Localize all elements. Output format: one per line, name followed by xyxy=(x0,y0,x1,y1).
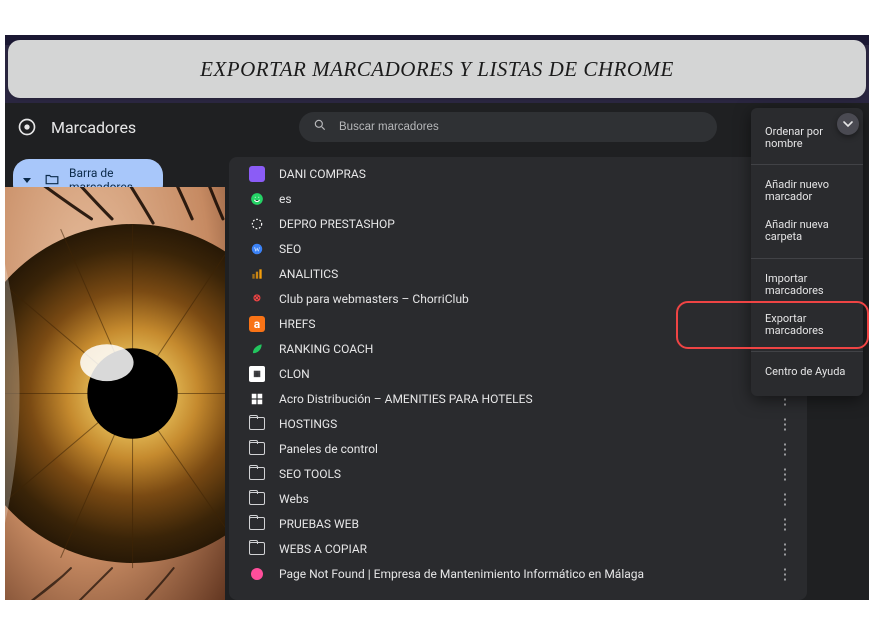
bookmark-label: SEO TOOLS xyxy=(279,467,761,481)
bookmark-link-row[interactable]: Page Not Found | Empresa de Mantenimient… xyxy=(229,561,807,586)
app-header: Marcadores xyxy=(5,103,869,151)
bookmark-link-row[interactable]: aHREFS⋮ xyxy=(229,311,807,336)
bookmarks-list: DANI COMPRAS es DEPRO PRESTASHOP W SEO ANALIT… xyxy=(229,157,807,600)
folder-icon xyxy=(249,442,265,455)
bookmark-link-row[interactable]: ▦CLON⋮ xyxy=(229,361,807,386)
bookmark-label: ANALITICS xyxy=(279,267,795,281)
bookmark-link-row[interactable]: W SEO xyxy=(229,236,807,261)
bookmark-link-row[interactable]: RANKING COACH⋮ xyxy=(229,336,807,361)
search-container[interactable] xyxy=(299,112,717,142)
dot-icon xyxy=(249,566,265,582)
bookmark-label: Page Not Found | Empresa de Mantenimient… xyxy=(279,567,761,581)
row-more-icon[interactable]: ⋮ xyxy=(775,439,795,459)
bookmark-label: Webs xyxy=(279,492,761,506)
app-icon xyxy=(249,166,265,182)
bookmark-link-row[interactable]: es xyxy=(229,186,807,211)
bookmark-label: HOSTINGS xyxy=(279,417,761,431)
bookmark-folder-row[interactable]: HOSTINGS ⋮ xyxy=(229,411,807,436)
bookmark-label: Club para webmasters – ChorriClub xyxy=(279,292,761,306)
analytics-icon xyxy=(249,266,265,282)
menu-separator xyxy=(751,258,863,259)
menu-item[interactable]: Centro de Ayuda xyxy=(751,358,863,386)
row-more-icon[interactable]: ⋮ xyxy=(775,514,795,534)
row-more-icon[interactable]: ⋮ xyxy=(775,539,795,559)
bookmark-link-row[interactable]: DANI COMPRAS xyxy=(229,161,807,186)
bookmark-folder-row[interactable]: Paneles de control ⋮ xyxy=(229,436,807,461)
ahrefs-icon: a xyxy=(249,316,265,332)
row-more-icon[interactable]: ⋮ xyxy=(775,564,795,584)
bookmark-label: RANKING COACH xyxy=(279,342,761,356)
chrome-logo-icon xyxy=(17,117,37,137)
menu-separator xyxy=(751,164,863,165)
bookmark-link-row[interactable]: Acro Distribución – AMENITIES PARA HOTEL… xyxy=(229,386,807,411)
wordpress-icon: W xyxy=(249,241,265,257)
folder-icon xyxy=(249,517,265,530)
bookmark-label: SEO xyxy=(279,242,795,256)
bookmark-folder-row[interactable]: PRUEBAS WEB ⋮ xyxy=(229,511,807,536)
grid-icon xyxy=(249,391,265,407)
overlay-title-banner: EXPORTAR MARCADORES Y LISTAS DE CHROME xyxy=(8,40,866,98)
folder-icon xyxy=(45,172,59,189)
site-icon: ⊗ xyxy=(249,291,265,307)
row-more-icon[interactable]: ⋮ xyxy=(775,414,795,434)
folder-icon xyxy=(249,542,265,555)
context-menu: Ordenar por nombreAñadir nuevo marcadorA… xyxy=(751,108,863,396)
bookmark-label: HREFS xyxy=(279,317,761,331)
svg-text:W: W xyxy=(254,246,261,253)
search-input[interactable] xyxy=(337,120,703,134)
bookmark-label: PRUEBAS WEB xyxy=(279,517,761,531)
chevron-down-icon xyxy=(23,178,31,183)
bookmark-label: WEBS A COPIAR xyxy=(279,542,761,556)
bookmark-label: DEPRO PRESTASHOP xyxy=(279,217,795,231)
bookmark-label: Acro Distribución – AMENITIES PARA HOTEL… xyxy=(279,392,761,406)
bookmark-folder-row[interactable]: WEBS A COPIAR ⋮ xyxy=(229,536,807,561)
menu-separator xyxy=(751,351,863,352)
bookmark-label: DANI COMPRAS xyxy=(279,167,795,181)
menu-item[interactable]: Importar marcadores xyxy=(751,265,863,305)
leaf-icon xyxy=(249,341,265,357)
menu-item[interactable]: Añadir nuevo marcador xyxy=(751,171,863,211)
row-more-icon[interactable]: ⋮ xyxy=(775,489,795,509)
background-eye-image xyxy=(5,187,225,600)
bookmark-folder-row[interactable]: SEO TOOLS ⋮ xyxy=(229,461,807,486)
bookmarks-app: Marcadores Barra de marcadores xyxy=(5,103,869,600)
whatsapp-icon xyxy=(249,191,265,207)
bookmark-label: es xyxy=(279,192,795,206)
folder-icon xyxy=(249,417,265,430)
screenshot-frame: EXPORTAR MARCADORES Y LISTAS DE CHROME M… xyxy=(5,35,869,600)
bookmark-label: CLON xyxy=(279,367,761,381)
menu-item[interactable]: Exportar marcadores xyxy=(751,305,863,345)
bookmark-label: Paneles de control xyxy=(279,442,761,456)
search-icon xyxy=(313,118,327,136)
bookmark-folder-row[interactable]: Webs ⋮ xyxy=(229,486,807,511)
bookmark-link-row[interactable]: ANALITICS xyxy=(229,261,807,286)
sheet-icon: ▦ xyxy=(249,366,265,382)
ring-icon xyxy=(249,216,265,232)
row-more-icon[interactable]: ⋮ xyxy=(775,464,795,484)
bookmark-link-row[interactable]: ⊗Club para webmasters – ChorriClub⋮ xyxy=(229,286,807,311)
page-title: Marcadores xyxy=(51,118,136,137)
menu-item[interactable]: Añadir nueva carpeta xyxy=(751,211,863,251)
folder-icon xyxy=(249,492,265,505)
bookmark-link-row[interactable]: DEPRO PRESTASHOP xyxy=(229,211,807,236)
sidebar: Barra de marcadores xyxy=(5,151,225,600)
folder-icon xyxy=(249,467,265,480)
overlay-title-text: EXPORTAR MARCADORES Y LISTAS DE CHROME xyxy=(200,57,674,82)
overflow-caret-icon[interactable] xyxy=(837,113,859,135)
